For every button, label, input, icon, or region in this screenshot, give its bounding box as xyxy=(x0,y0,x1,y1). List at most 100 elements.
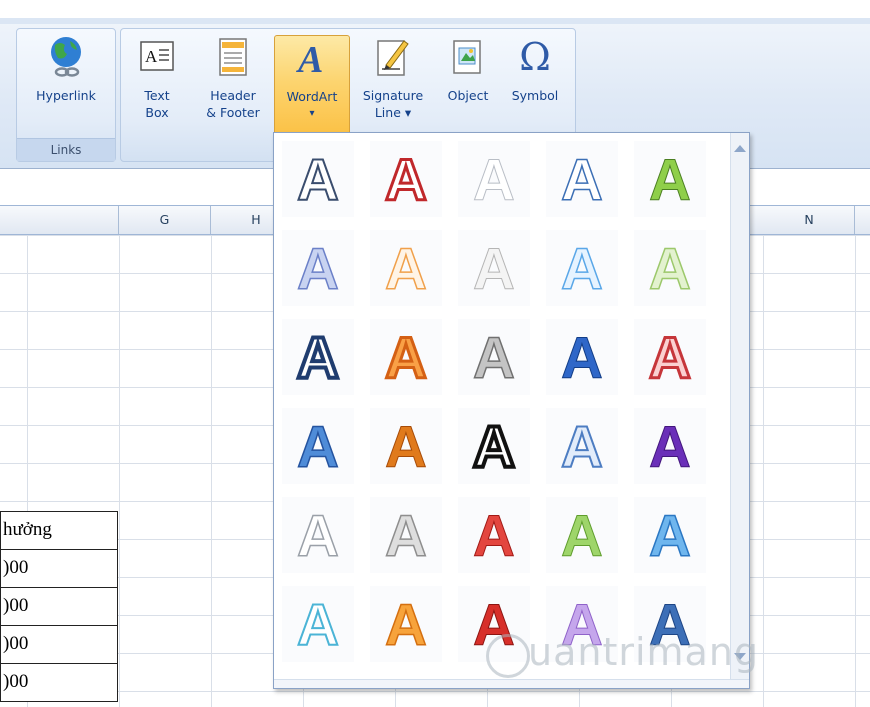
wordart-style-tile[interactable]: A xyxy=(546,141,618,217)
wordart-icon: A xyxy=(292,36,332,80)
wordart-style-tile[interactable]: A xyxy=(634,230,706,306)
header-footer-label-line1: Header xyxy=(210,88,256,103)
wordart-letter: A xyxy=(473,237,515,299)
gallery-resize-handle[interactable] xyxy=(274,679,749,688)
wordart-style-tile[interactable]: A xyxy=(546,408,618,484)
column-header-n[interactable]: N xyxy=(764,206,855,234)
symbol-button[interactable]: Ω Symbol xyxy=(503,35,567,137)
hyperlink-label: Hyperlink xyxy=(36,88,96,103)
wordart-letter-icon: A xyxy=(385,415,428,477)
wordart-style-tile[interactable]: A xyxy=(458,408,530,484)
wordart-style-tile[interactable]: A xyxy=(370,230,442,306)
signature-pen-icon xyxy=(373,35,413,79)
table-cell[interactable]: )00 xyxy=(0,664,118,702)
header-footer-label-line2: & Footer xyxy=(206,105,260,120)
scroll-up-arrow-icon[interactable] xyxy=(734,145,746,152)
watermark-text: uantrimang xyxy=(528,630,760,674)
table-cell[interactable]: )00 xyxy=(0,626,118,664)
wordart-style-tile[interactable]: A xyxy=(370,319,442,395)
ribbon-title-strip xyxy=(0,0,870,19)
wordart-style-tile[interactable]: A xyxy=(282,497,354,573)
data-table-fragment: hưởng )00 )00 )00 )00 xyxy=(0,511,118,702)
wordart-style-tile[interactable]: A xyxy=(546,230,618,306)
wordart-letter-icon: A xyxy=(296,504,339,566)
wordart-style-tile[interactable]: A xyxy=(370,141,442,217)
links-group: Hyperlink Links xyxy=(16,28,116,162)
wordart-style-tile[interactable]: A xyxy=(458,230,530,306)
text-box-button[interactable]: A Text Box xyxy=(127,35,187,137)
gallery-scrollbar[interactable] xyxy=(730,133,749,686)
wordart-style-tile[interactable]: A xyxy=(282,586,354,662)
wordart-letter: A xyxy=(297,326,339,388)
table-cell[interactable]: )00 xyxy=(0,588,118,626)
wordart-style-tile[interactable]: A xyxy=(282,141,354,217)
globe-link-icon xyxy=(46,35,86,79)
wordart-letter-icon: A xyxy=(472,326,515,388)
wordart-gallery-dropdown: AAAAAAAAAAAAAAAAAAAAAAAAAAAAAA xyxy=(273,132,750,689)
wordart-letter-icon: A xyxy=(473,148,516,210)
wordart-letter: A xyxy=(297,237,339,299)
wordart-letter: A xyxy=(473,415,515,477)
wordart-letter-icon: A xyxy=(560,148,603,210)
wordart-style-tile[interactable]: A xyxy=(458,141,530,217)
wordart-letter: A xyxy=(561,415,603,477)
watermark-logo-icon xyxy=(486,634,530,678)
symbol-label: Symbol xyxy=(511,88,559,103)
wordart-letter: A xyxy=(473,504,515,566)
wordart-letter-icon: A xyxy=(648,237,691,299)
wordart-style-tile[interactable]: A xyxy=(370,408,442,484)
wordart-style-tile[interactable]: A xyxy=(546,319,618,395)
wordart-style-tile[interactable]: A xyxy=(370,586,442,662)
wordart-letter-icon: A xyxy=(649,415,692,477)
wordart-letter: A xyxy=(649,326,691,388)
wordart-style-tile[interactable]: A xyxy=(634,319,706,395)
wordart-letter-icon: A xyxy=(471,415,517,477)
text-box-icon: A xyxy=(137,35,177,79)
table-cell[interactable]: hưởng xyxy=(0,511,118,550)
wordart-letter-icon: A xyxy=(384,237,427,299)
wordart-letter: A xyxy=(297,415,339,477)
object-button[interactable]: Object xyxy=(439,35,497,137)
wordart-letter: A xyxy=(649,237,691,299)
text-box-label-line2: Box xyxy=(145,105,169,120)
wordart-style-tile[interactable]: A xyxy=(546,497,618,573)
wordart-style-tile[interactable]: A xyxy=(282,230,354,306)
object-label: Object xyxy=(447,88,489,103)
table-cell[interactable]: )00 xyxy=(0,550,118,588)
wordart-letter-icon: A xyxy=(561,326,604,388)
wordart-letter: A xyxy=(473,148,515,210)
wordart-style-tile[interactable]: A xyxy=(458,319,530,395)
object-icon xyxy=(448,35,488,79)
wordart-style-tile[interactable]: A xyxy=(458,497,530,573)
wordart-button[interactable]: A WordArt ▾ xyxy=(274,35,350,139)
wordart-letter-icon: A xyxy=(384,593,427,655)
signature-line-label-line1: Signature xyxy=(362,88,424,103)
wordart-style-tile[interactable]: A xyxy=(634,408,706,484)
column-header-g[interactable]: G xyxy=(119,206,211,234)
wordart-style-tile[interactable]: A xyxy=(282,319,354,395)
wordart-style-tile[interactable]: A xyxy=(282,408,354,484)
wordart-letter-icon: A xyxy=(561,504,604,566)
wordart-style-tile[interactable]: A xyxy=(634,141,706,217)
omega-icon: Ω xyxy=(515,35,555,79)
wordart-letter: A xyxy=(561,237,603,299)
wordart-style-tile[interactable]: A xyxy=(370,497,442,573)
wordart-label: WordArt xyxy=(286,89,338,104)
wordart-letter: A xyxy=(561,504,603,566)
wordart-letter-icon: A xyxy=(560,237,603,299)
wordart-letter: A xyxy=(385,593,427,655)
signature-line-button[interactable]: Signature Line ▾ xyxy=(353,35,433,137)
wordart-dropdown-arrow: ▾ xyxy=(309,108,315,119)
wordart-letter: A xyxy=(297,504,339,566)
omega-glyph: Ω xyxy=(519,35,551,79)
wordart-letter: A xyxy=(297,593,339,655)
hyperlink-button[interactable]: Hyperlink xyxy=(23,35,109,137)
wordart-letter-icon: A xyxy=(296,415,339,477)
column-header-f[interactable] xyxy=(0,206,119,234)
wordart-letter: A xyxy=(561,148,603,210)
links-group-caption: Links xyxy=(17,138,115,161)
wordart-letter-icon: A xyxy=(560,415,604,477)
header-footer-button[interactable]: Header & Footer xyxy=(197,35,269,137)
wordart-style-tile[interactable]: A xyxy=(634,497,706,573)
wordart-letter-icon: A xyxy=(384,326,429,388)
